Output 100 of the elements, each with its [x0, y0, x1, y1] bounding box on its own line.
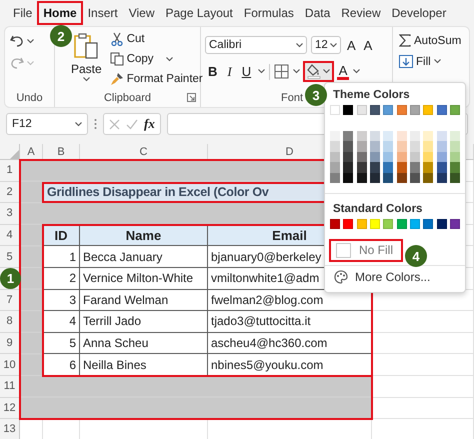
- autosum-button[interactable]: AutoSum: [397, 33, 465, 48]
- color-swatch[interactable]: [410, 152, 420, 162]
- color-swatch[interactable]: [436, 105, 447, 115]
- borders-icon[interactable]: [274, 64, 290, 79]
- color-swatch[interactable]: [330, 105, 340, 115]
- color-swatch[interactable]: [410, 162, 420, 173]
- italic-button[interactable]: I: [224, 62, 235, 80]
- color-swatch[interactable]: [343, 162, 354, 173]
- fill-button[interactable]: Fill: [397, 54, 465, 69]
- color-swatch[interactable]: [396, 172, 407, 183]
- color-swatch[interactable]: [396, 141, 407, 152]
- color-swatch[interactable]: [370, 131, 380, 142]
- row-header[interactable]: 7: [0, 290, 20, 312]
- menu-tab[interactable]: Data: [300, 2, 336, 24]
- insert-function-button[interactable]: fx: [144, 116, 155, 132]
- column-header[interactable]: A: [20, 144, 43, 160]
- row-header[interactable]: 13: [0, 419, 20, 439]
- color-swatch[interactable]: [330, 141, 340, 152]
- color-swatch[interactable]: [356, 131, 367, 142]
- underline-button[interactable]: U: [238, 63, 254, 80]
- font-size-field[interactable]: 12: [311, 36, 341, 54]
- color-swatch[interactable]: [356, 105, 367, 115]
- color-swatch[interactable]: [423, 162, 434, 173]
- row-header[interactable]: 8: [0, 311, 20, 333]
- menu-tab[interactable]: Page Layout: [160, 2, 238, 24]
- shrink-font-button[interactable]: A: [362, 38, 374, 52]
- color-swatch[interactable]: [410, 141, 420, 152]
- color-swatch[interactable]: [370, 152, 380, 162]
- menu-tab[interactable]: Home: [38, 2, 82, 24]
- color-swatch[interactable]: [396, 131, 407, 142]
- row-header[interactable]: 1: [0, 160, 20, 182]
- menu-tab[interactable]: View: [124, 2, 160, 24]
- color-swatch[interactable]: [396, 152, 407, 162]
- color-swatch[interactable]: [356, 141, 367, 152]
- color-swatch[interactable]: [450, 218, 460, 229]
- row-header[interactable]: 9: [0, 332, 20, 354]
- color-swatch[interactable]: [383, 152, 394, 162]
- color-swatch[interactable]: [396, 218, 407, 229]
- color-swatch[interactable]: [450, 172, 460, 183]
- color-swatch[interactable]: [370, 162, 380, 173]
- color-swatch[interactable]: [330, 162, 340, 173]
- color-swatch[interactable]: [370, 172, 380, 183]
- color-swatch[interactable]: [450, 131, 460, 142]
- font-color-button[interactable]: A: [337, 64, 350, 80]
- color-swatch[interactable]: [330, 131, 340, 142]
- dialog-launcher-icon[interactable]: [187, 93, 196, 102]
- color-swatch[interactable]: [343, 105, 354, 115]
- color-swatch[interactable]: [330, 218, 340, 229]
- color-swatch[interactable]: [423, 105, 434, 115]
- row-header[interactable]: 3: [0, 203, 20, 225]
- paste-button[interactable]: Paste: [69, 29, 104, 91]
- format-painter-button[interactable]: Format Painter: [108, 71, 205, 87]
- menu-tab[interactable]: Insert: [82, 2, 123, 24]
- color-swatch[interactable]: [396, 162, 407, 173]
- row-header[interactable]: 2: [0, 182, 20, 204]
- color-swatch[interactable]: [370, 141, 380, 152]
- color-swatch[interactable]: [450, 141, 460, 152]
- color-swatch[interactable]: [383, 141, 394, 152]
- menu-tab[interactable]: File: [8, 2, 38, 24]
- name-box[interactable]: F12: [6, 113, 88, 135]
- color-swatch[interactable]: [450, 152, 460, 162]
- bold-button[interactable]: B: [205, 63, 220, 80]
- color-swatch[interactable]: [423, 131, 434, 142]
- color-swatch[interactable]: [383, 218, 394, 229]
- color-swatch[interactable]: [356, 162, 367, 173]
- color-swatch[interactable]: [343, 152, 354, 162]
- cancel-icon[interactable]: [109, 118, 120, 130]
- color-swatch[interactable]: [370, 218, 380, 229]
- color-swatch[interactable]: [436, 141, 447, 152]
- color-swatch[interactable]: [356, 172, 367, 183]
- row-header[interactable]: 11: [0, 376, 20, 398]
- color-swatch[interactable]: [436, 162, 447, 173]
- color-swatch[interactable]: [436, 218, 447, 229]
- column-header[interactable]: B: [43, 144, 80, 160]
- menu-tab[interactable]: Developer: [386, 2, 452, 24]
- color-swatch[interactable]: [410, 131, 420, 142]
- menu-tab[interactable]: Formulas: [238, 2, 299, 24]
- color-swatch[interactable]: [356, 218, 367, 229]
- menu-tab[interactable]: Review: [336, 2, 386, 24]
- color-swatch[interactable]: [436, 172, 447, 183]
- check-icon[interactable]: [126, 118, 138, 130]
- drag-handle-icon[interactable]: [94, 118, 97, 130]
- row-header[interactable]: 12: [0, 398, 20, 420]
- color-swatch[interactable]: [343, 141, 354, 152]
- color-swatch[interactable]: [343, 172, 354, 183]
- color-swatch[interactable]: [383, 131, 394, 142]
- color-swatch[interactable]: [423, 172, 434, 183]
- column-header[interactable]: C: [80, 144, 208, 160]
- color-swatch[interactable]: [450, 105, 460, 115]
- fill-color-button[interactable]: [304, 62, 334, 81]
- color-swatch[interactable]: [383, 162, 394, 173]
- row-header[interactable]: 5: [0, 246, 20, 268]
- color-swatch[interactable]: [383, 105, 394, 115]
- font-name-field[interactable]: Calibri: [205, 36, 307, 54]
- color-swatch[interactable]: [410, 218, 420, 229]
- copy-button[interactable]: Copy: [108, 51, 205, 67]
- color-swatch[interactable]: [436, 152, 447, 162]
- color-swatch[interactable]: [343, 131, 354, 142]
- color-swatch[interactable]: [330, 152, 340, 162]
- color-swatch[interactable]: [370, 105, 380, 115]
